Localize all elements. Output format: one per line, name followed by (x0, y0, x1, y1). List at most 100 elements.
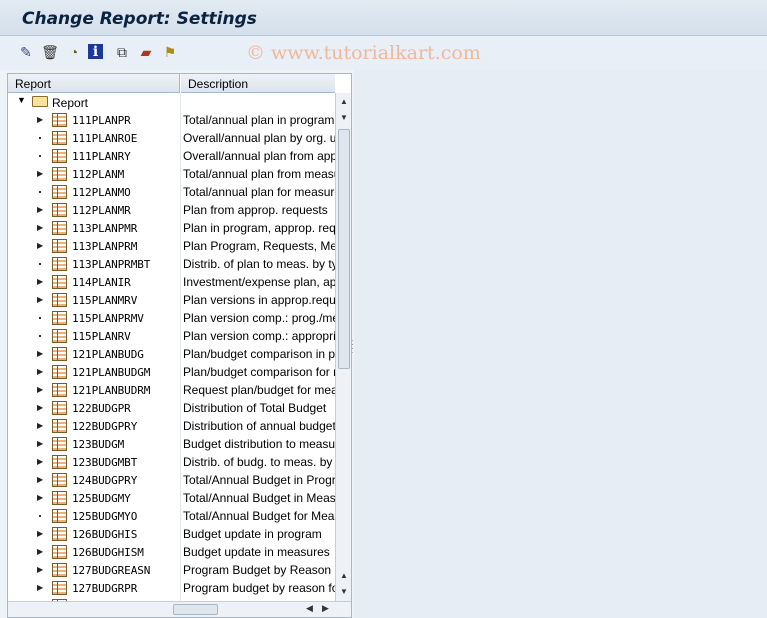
scroll-right-icon[interactable]: ▶ (322, 603, 329, 614)
leaf-bullet-icon (39, 191, 41, 193)
tree-row[interactable]: ▶ 111PLANPR Total/annual plan in program (8, 111, 335, 129)
scroll-down-bottom-icon[interactable]: ▼ (338, 585, 350, 599)
tree-row[interactable]: ▶ 112PLANMR Plan from approp. requests (8, 201, 335, 219)
report-name: 126BUDGHIS (72, 528, 138, 541)
horizontal-scrollbar[interactable]: ◀ ▶ (8, 601, 351, 617)
report-icon (52, 113, 67, 127)
report-icon (52, 401, 67, 415)
report-icon (52, 239, 67, 253)
tree-row[interactable]: ▶ 113PLANPMR Plan in program, approp. requ… (8, 219, 335, 237)
tree-row[interactable]: ▶ 123BUDGM Budget distribution to measures (8, 435, 335, 453)
report-description: Distrib. of plan to meas. by type (183, 257, 335, 271)
expand-icon[interactable]: ▶ (37, 204, 45, 216)
expand-icon[interactable]: ▶ (37, 294, 45, 306)
report-icon (52, 527, 67, 541)
column-header-description-label: Description (188, 77, 249, 91)
report-icon (52, 581, 67, 595)
report-description: Budget update in program (183, 527, 322, 541)
column-header-report-label: Report (15, 77, 52, 91)
scroll-left-icon[interactable]: ◀ (306, 603, 313, 614)
report-description: Plan/budget comparison in program (183, 347, 335, 361)
tree-row[interactable]: ▶ 124BUDGPRY Total/Annual Budget in Progra… (8, 471, 335, 489)
report-name: 112PLANMO (72, 186, 131, 199)
report-name: 112PLANMR (72, 204, 131, 217)
expand-icon[interactable]: ▶ (37, 366, 45, 378)
vertical-scrollbar[interactable]: ▲ ▼ ▲ ▼ (335, 93, 351, 601)
expand-icon[interactable]: ▶ (37, 168, 45, 180)
tree-row[interactable]: ▶ 122BUDGPR Distribution of Total Budget (8, 399, 335, 417)
expand-icon[interactable]: ▶ (37, 348, 45, 360)
tree-row[interactable]: ▶ 125BUDGMY Total/Annual Budget in Measure… (8, 489, 335, 507)
expand-icon[interactable]: ▶ (37, 564, 45, 576)
report-icon (52, 509, 67, 523)
tree-row[interactable]: ▶ 121PLANBUDRM Request plan/budget for mea… (8, 381, 335, 399)
scroll-up-icon[interactable]: ▲ (338, 95, 350, 109)
tree-row[interactable]: ▶ 127BUDGRPR Program budget by reason for (8, 579, 335, 597)
tree-row[interactable]: 115PLANRV Plan version comp.: appropriati… (8, 327, 335, 345)
column-header-report[interactable]: Report (8, 74, 180, 93)
application-toolbar: © www.tutorialkart.com ✎ 🗑 ◔ i ⧉ ▰ ⚑ (0, 36, 767, 70)
report-description: Overall/annual plan by org. unit (183, 131, 335, 145)
report-name: 126BUDGHISM (72, 546, 144, 559)
tree-row[interactable]: ▶ 127BUDGREASN Program Budget by Reason (8, 561, 335, 579)
horizontal-scroll-thumb[interactable] (173, 604, 218, 615)
expand-icon[interactable]: ▶ (37, 528, 45, 540)
expand-icon[interactable]: ▶ (37, 402, 45, 414)
report-icon (52, 563, 67, 577)
tree-row[interactable]: ▶ 126BUDGHIS Budget update in program (8, 525, 335, 543)
copy-icon[interactable]: ⧉ (112, 42, 132, 62)
tree-row[interactable]: ▶ 123BUDGMBT Distrib. of budg. to meas. by… (8, 453, 335, 471)
tree-row[interactable]: ▶ 121PLANBUDG Plan/budget comparison in pr… (8, 345, 335, 363)
where-used-icon[interactable]: ⚑ (160, 42, 180, 62)
expand-icon[interactable]: ▶ (37, 492, 45, 504)
tree-row[interactable]: 113PLANPRMBT Distrib. of plan to meas. by… (8, 255, 335, 273)
tree-row[interactable]: ▶ 122BUDGPRY Distribution of annual budget (8, 417, 335, 435)
expand-icon[interactable]: ▶ (37, 384, 45, 396)
expand-icon[interactable]: ▶ (37, 420, 45, 432)
tree-row[interactable]: ▶ 121PLANBUDGM Plan/budget comparison for … (8, 363, 335, 381)
tree-row[interactable]: 111PLANRY Overall/annual plan from approp… (8, 147, 335, 165)
delete-icon[interactable]: 🗑 (40, 42, 60, 62)
report-name: 121PLANBUDGM (72, 366, 151, 379)
report-icon (52, 365, 67, 379)
report-description: Distrib. of budg. to meas. by type (183, 455, 335, 469)
expand-icon[interactable]: ▶ (37, 456, 45, 468)
tree-row[interactable]: 125BUDGMYO Total/Annual Budget for Measur… (8, 507, 335, 525)
tree-row[interactable]: 112PLANMO Total/annual plan for measures (8, 183, 335, 201)
tree-row[interactable]: 111PLANROE Overall/annual plan by org. un… (8, 129, 335, 147)
report-name: 111PLANROE (72, 132, 138, 145)
tree-row[interactable]: ▶ 114PLANIR Investment/expense plan, appro… (8, 273, 335, 291)
edit-icon[interactable]: ✎ (16, 42, 36, 62)
column-header-description[interactable]: Description (181, 74, 335, 93)
expand-icon[interactable]: ▶ (37, 582, 45, 594)
report-name: 125BUDGMYO (72, 510, 138, 523)
report-icon (52, 545, 67, 559)
report-description: Total/annual plan for measures (183, 185, 335, 199)
report-name: 122BUDGPR (72, 402, 131, 415)
report-description: Plan from approp. requests (183, 203, 328, 217)
expand-icon[interactable]: ▶ (37, 276, 45, 288)
vertical-scroll-thumb[interactable] (338, 129, 350, 369)
tree-row[interactable]: 115PLANPRMV Plan version comp.: prog./mea… (8, 309, 335, 327)
tree-row[interactable]: ▶ 113PLANPRM Plan Program, Requests, Measu… (8, 237, 335, 255)
tree-row[interactable]: ▶ 126BUDGHISM Budget update in measures (8, 543, 335, 561)
scroll-up-bottom-icon[interactable]: ▲ (338, 569, 350, 583)
expand-icon[interactable]: ▶ (37, 240, 45, 252)
expand-icon[interactable]: ▶ (37, 546, 45, 558)
expand-icon[interactable]: ▶ (37, 438, 45, 450)
expand-icon[interactable]: ▶ (37, 222, 45, 234)
leaf-bullet-icon (39, 137, 41, 139)
execute-icon[interactable]: ◔ (64, 42, 84, 62)
collapse-icon[interactable]: ▼ (17, 95, 26, 105)
expand-icon[interactable]: ▶ (37, 474, 45, 486)
info-icon[interactable]: i (88, 44, 103, 60)
tree-row[interactable]: ▶ 112PLANM Total/annual plan from measures (8, 165, 335, 183)
report-name: 111PLANPR (72, 114, 131, 127)
scroll-down-icon[interactable]: ▼ (338, 111, 350, 125)
report-icon (52, 437, 67, 451)
expand-icon[interactable]: ▶ (37, 114, 45, 126)
tree-root[interactable]: ▼ Report (8, 93, 335, 111)
tree-row[interactable]: ▶ 115PLANMRV Plan versions in approp.reque… (8, 291, 335, 309)
transport-icon[interactable]: ▰ (136, 42, 156, 62)
report-name: 127BUDGREASN (72, 564, 151, 577)
